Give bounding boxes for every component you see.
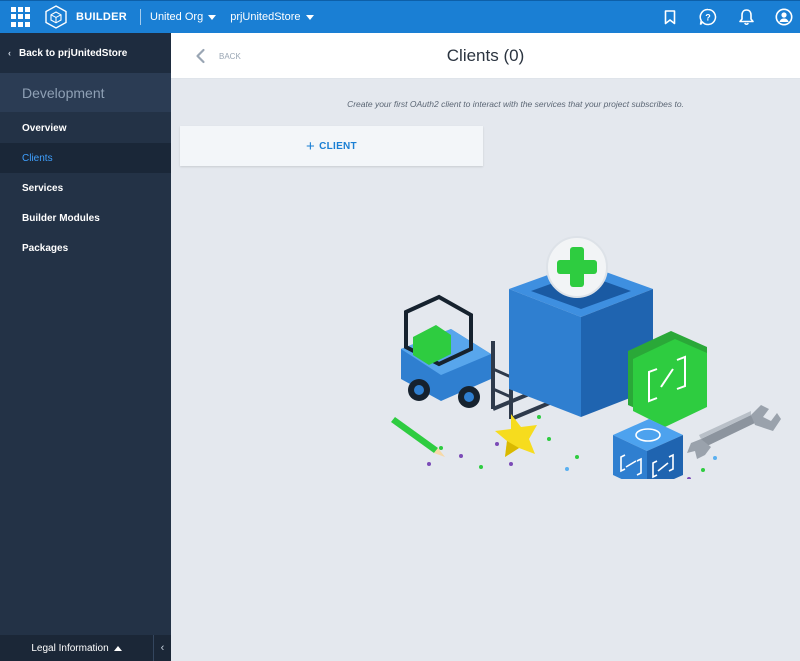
back-to-project-label: Back to prjUnitedStore [19, 47, 128, 59]
cube-icon [613, 419, 683, 479]
sidebar-item-builder-modules[interactable]: Builder Modules [0, 203, 171, 233]
legal-information-label: Legal Information [31, 642, 109, 654]
project-name: prjUnitedStore [230, 11, 301, 23]
empty-state-hint: Create your first OAuth2 client to inter… [347, 99, 684, 109]
project-selector[interactable]: prjUnitedStore [230, 11, 314, 23]
page-header: BACK Clients (0) [171, 33, 800, 79]
section-heading: Development [0, 73, 171, 112]
plus-icon: + [306, 137, 316, 155]
sidebar-item-services[interactable]: Services [0, 173, 171, 203]
sidebar-item-clients[interactable]: Clients [0, 143, 171, 173]
back-label: BACK [219, 51, 241, 61]
builder-logo-icon[interactable] [45, 5, 67, 29]
bell-icon[interactable] [736, 7, 756, 27]
user-icon[interactable] [774, 7, 794, 27]
help-icon[interactable]: ? [698, 7, 718, 27]
org-selector[interactable]: United Org [150, 11, 217, 23]
apps-grid-icon[interactable] [11, 7, 31, 27]
bookmark-icon[interactable] [660, 7, 680, 27]
empty-state-illustration [391, 236, 781, 479]
chevron-left-icon: ‹ [160, 642, 165, 654]
sidebar-nav: Overview Clients Services Builder Module… [0, 113, 171, 263]
caret-down-icon [208, 14, 217, 20]
caret-up-icon [113, 645, 122, 651]
sidebar: ‹ Back to prjUnitedStore Development Ove… [0, 33, 171, 661]
sidebar-item-packages[interactable]: Packages [0, 233, 171, 263]
pencil-icon [391, 417, 445, 457]
brand-name[interactable]: BUILDER [76, 11, 127, 23]
collapse-sidebar-button[interactable]: ‹ [153, 635, 171, 661]
chevron-left-icon [196, 48, 205, 64]
divider [140, 9, 141, 25]
main-content: BACK Clients (0) Create your first OAuth… [171, 33, 800, 661]
page-title: Clients (0) [446, 45, 525, 65]
sidebar-footer: Legal Information ‹ [0, 635, 171, 661]
add-client-label: CLIENT [319, 140, 357, 152]
add-client-button[interactable]: + CLIENT [180, 126, 483, 166]
chevron-left-icon: ‹ [8, 48, 11, 58]
caret-down-icon [305, 14, 314, 20]
wrench-icon [687, 405, 781, 459]
back-button[interactable]: BACK [193, 48, 241, 64]
star-icon [495, 414, 537, 457]
back-to-project-link[interactable]: ‹ Back to prjUnitedStore [0, 33, 171, 73]
svg-text:?: ? [705, 12, 711, 22]
top-bar: BUILDER United Org prjUnitedStore ? [0, 0, 800, 33]
org-name: United Org [150, 11, 204, 23]
legal-information-toggle[interactable]: Legal Information [0, 643, 153, 654]
sidebar-item-overview[interactable]: Overview [0, 113, 171, 143]
add-badge-icon [546, 236, 608, 298]
